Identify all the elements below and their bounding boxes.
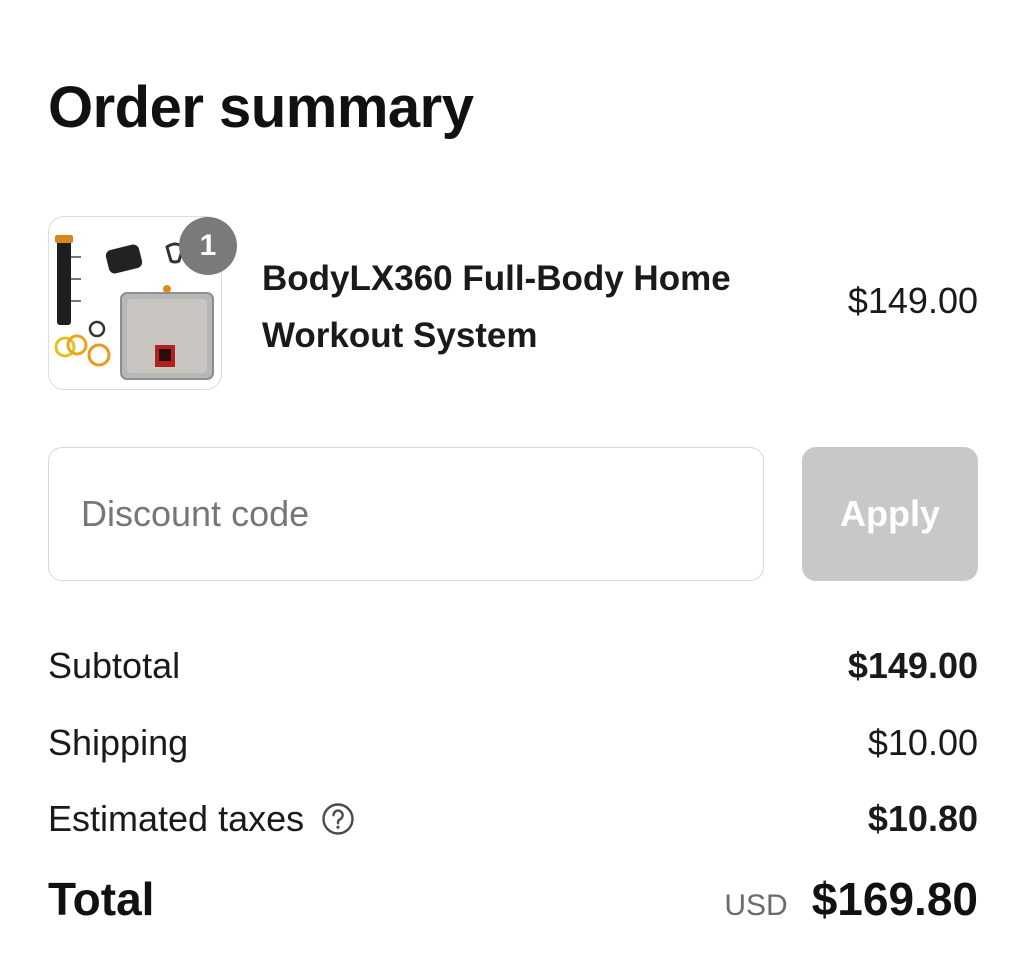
subtotal-value: $149.00 — [847, 645, 978, 686]
quantity-badge: 1 — [179, 217, 237, 275]
product-thumbnail: 1 — [48, 216, 237, 390]
apply-button[interactable]: Apply — [802, 447, 978, 581]
product-name: BodyLX360 Full-Body Home Workout System — [262, 259, 731, 355]
subtotal-row: Subtotal $149.00 — [48, 645, 978, 687]
currency-code: USD — [724, 889, 788, 922]
shipping-label: Shipping — [48, 722, 189, 763]
subtotal-label: Subtotal — [48, 645, 181, 686]
total-value: $169.80 — [811, 873, 978, 925]
product-line-item: 1 BodyLX360 Full-Body Home Workout Syste… — [48, 190, 978, 390]
discount-code-input[interactable] — [48, 447, 764, 581]
total-row: Total USD $169.80 — [48, 872, 978, 926]
product-price: $149.00 — [847, 280, 978, 321]
page-title: Order summary — [48, 74, 474, 140]
total-label: Total — [48, 873, 155, 925]
taxes-value: $10.80 — [867, 798, 978, 839]
help-icon[interactable] — [320, 801, 356, 837]
taxes-label: Estimated taxes — [48, 798, 305, 839]
shipping-value: $10.00 — [867, 722, 978, 763]
taxes-row: Estimated taxes $10.80 — [48, 798, 978, 840]
shipping-row: Shipping $10.00 — [48, 722, 978, 764]
